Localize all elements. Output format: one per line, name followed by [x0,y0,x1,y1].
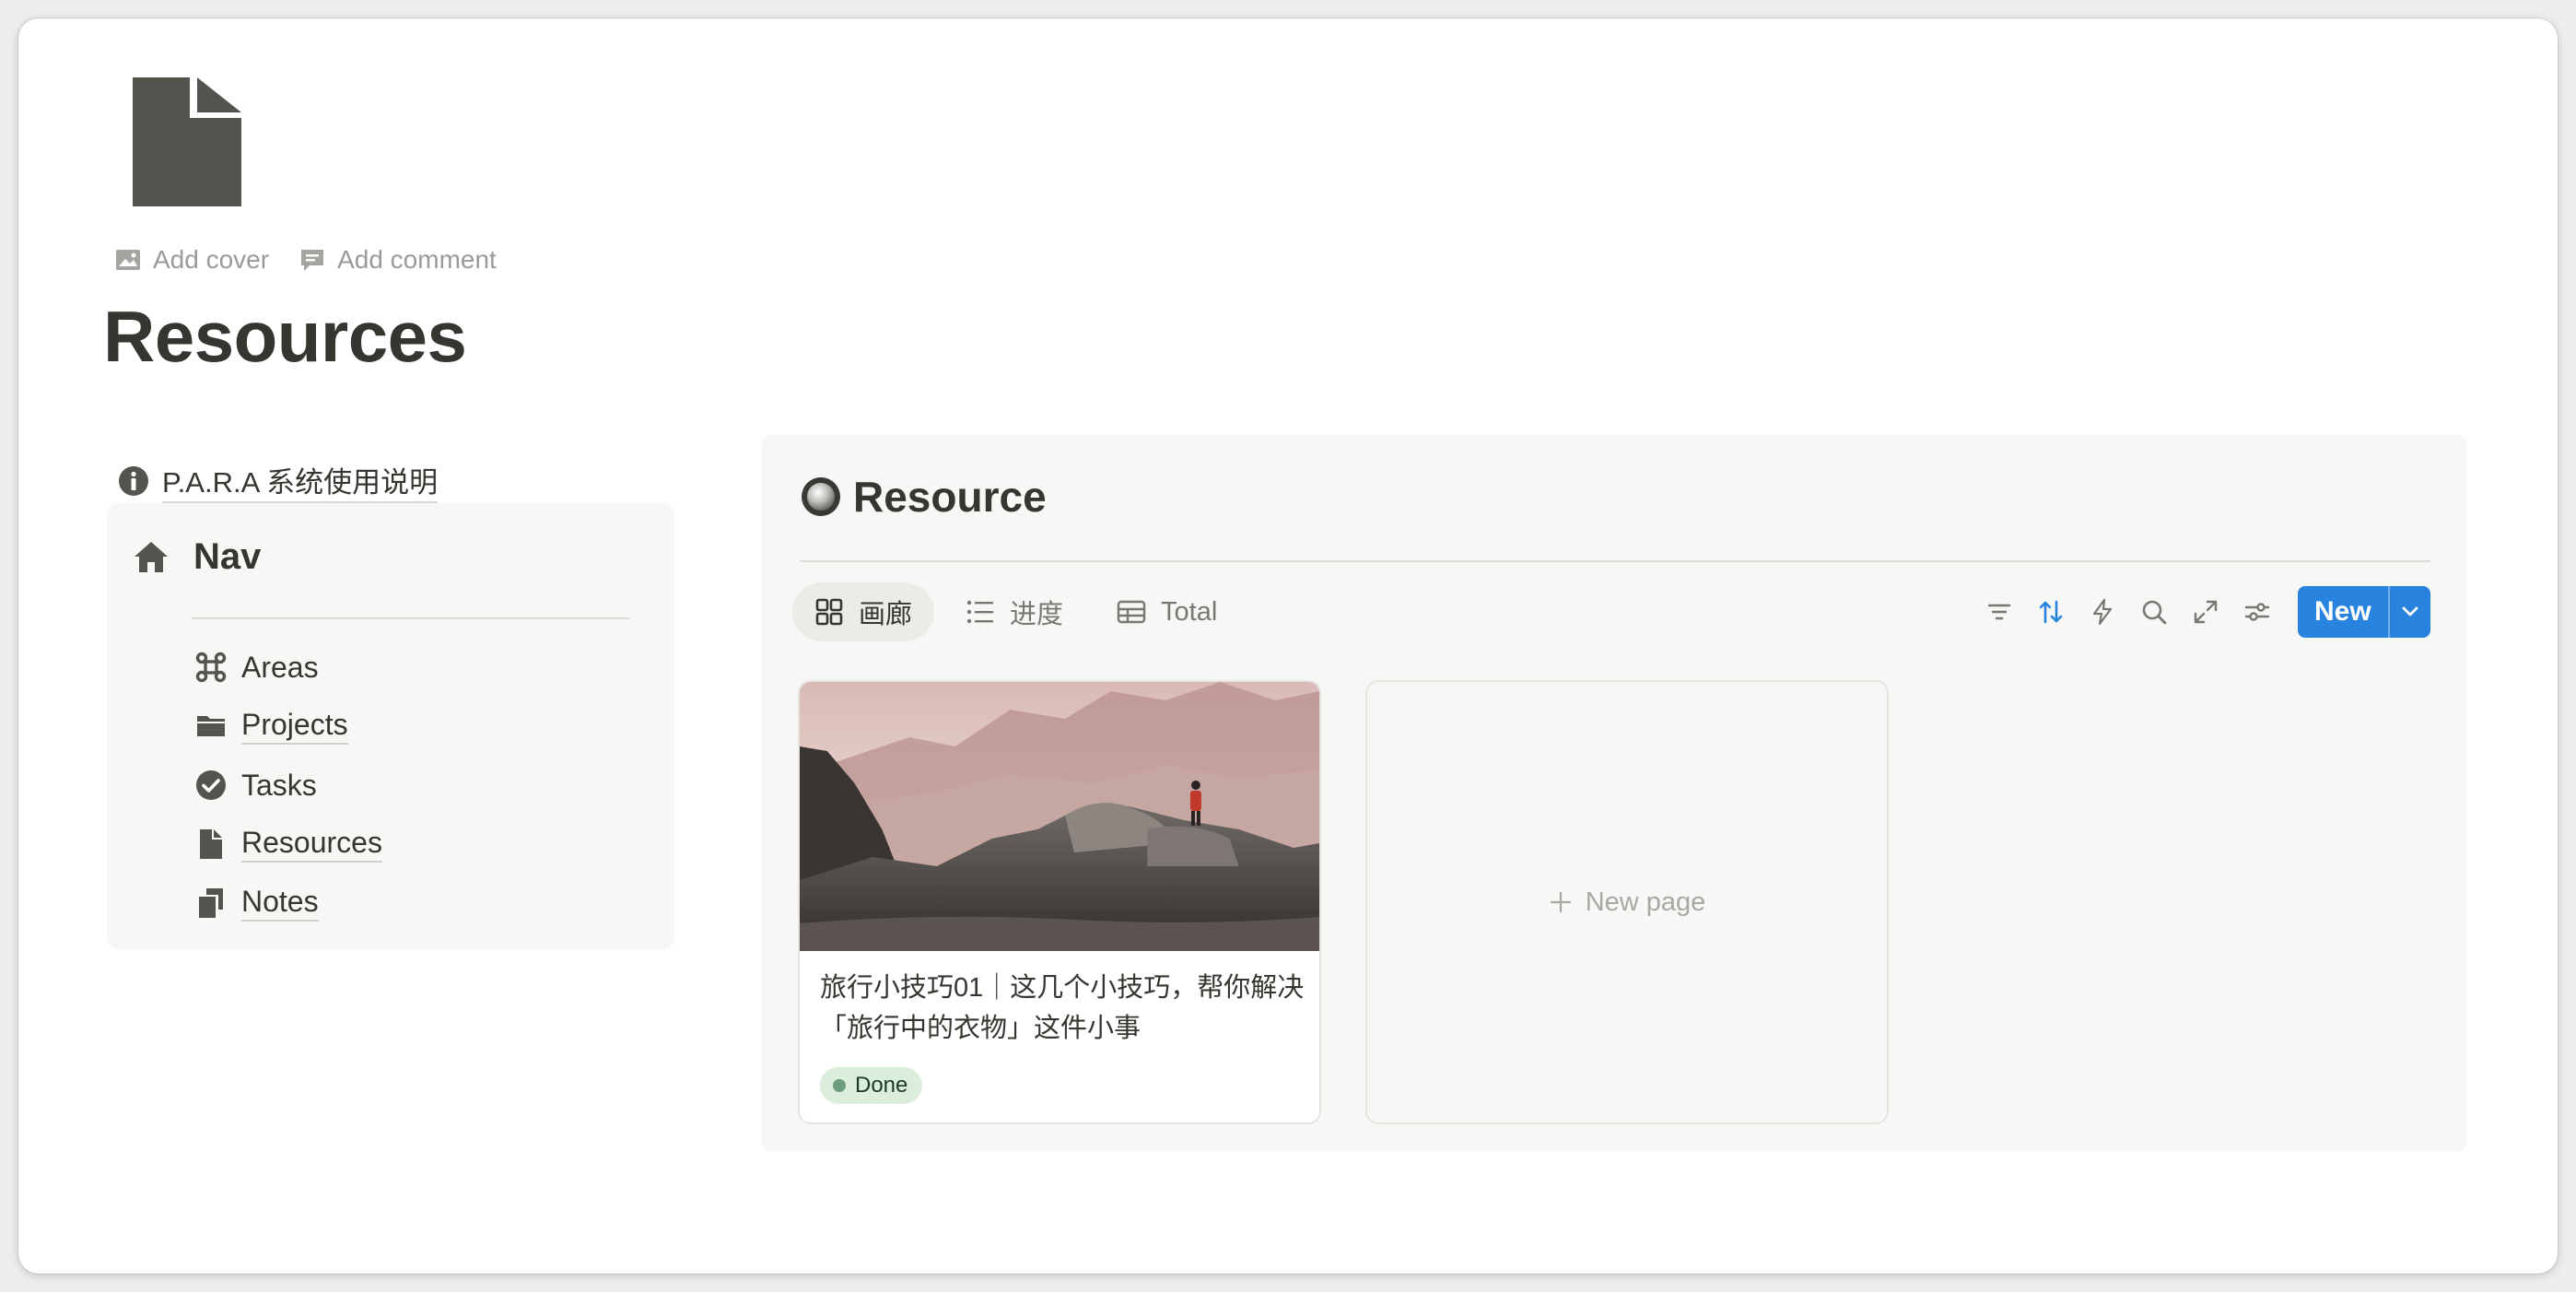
nav-callout: Nav Areas Projects Tasks Resources Notes [107,503,674,949]
sliders-icon [2244,603,2270,621]
table-icon [1117,600,1146,624]
gallery-card[interactable]: 旅行小技巧01｜这几个小技巧，帮你解决「旅行中的衣物」这件小事 Done [798,680,1321,1124]
para-guide-label: P.A.R.A 系统使用说明 [162,459,439,503]
gallery-icon [815,598,843,626]
automation-button[interactable] [2086,582,2119,641]
home-icon [135,541,168,572]
view-tabs: 画廊 进度 Total [792,582,1239,641]
database-divider [800,560,2430,562]
filter-icon [1987,604,2011,620]
database-title[interactable]: Resource [853,472,1047,522]
nav-item-resources[interactable]: Resources [195,815,382,874]
tab-label: 画廊 [859,600,913,629]
add-comment-label: Add comment [337,245,497,274]
chevron-down-icon [2402,606,2418,617]
new-dropdown-button[interactable] [2387,586,2430,638]
nav-divider [192,617,630,619]
expand-button[interactable] [2189,582,2222,641]
nav-title: Nav [193,536,262,577]
nav-item-label: Notes [241,885,319,922]
folder-icon [197,716,225,736]
filter-button[interactable] [1983,582,2016,641]
new-button-group: New [2298,586,2430,638]
tab-progress[interactable]: 进度 [943,582,1085,641]
list-icon [966,600,994,624]
plus-icon [1550,891,1571,913]
image-icon [116,250,140,270]
database-header: Resource [800,472,1047,522]
add-cover-button[interactable]: Add cover [114,245,269,275]
database-toolbar: New [1983,582,2430,641]
page-title[interactable]: Resources [103,295,467,379]
page-meta-actions: Add cover Add comment [114,245,497,275]
status-badge: Done [820,1067,923,1104]
card-cover-image [800,682,1319,951]
nav-item-tasks[interactable]: Tasks [195,756,382,815]
add-comment-button[interactable]: Add comment [299,245,497,275]
status-label: Done [855,1073,908,1098]
add-cover-label: Add cover [153,245,270,274]
expand-icon [2194,600,2218,624]
sort-icon [2039,600,2063,624]
nav-item-label: Resources [241,826,382,863]
comment-icon [301,250,324,271]
tab-total[interactable]: Total [1095,582,1239,641]
new-button[interactable]: New [2298,586,2388,638]
new-page-card[interactable]: New page [1365,680,1889,1124]
status-dot [833,1079,846,1092]
circle-icon [802,477,840,516]
nav-item-areas[interactable]: Areas [195,638,382,697]
search-icon [2142,600,2167,625]
info-icon [119,466,148,496]
tab-gallery[interactable]: 画廊 [792,582,935,641]
nav-list: Areas Projects Tasks Resources Notes [195,638,382,933]
tab-label: Total [1161,596,1218,627]
nav-item-label: Projects [241,708,348,745]
page-icon[interactable] [133,77,241,206]
page-icon [200,829,222,859]
search-button[interactable] [2137,582,2171,641]
nav-item-notes[interactable]: Notes [195,874,382,933]
lightning-icon [2092,598,2113,626]
nav-header: Nav [133,536,261,578]
nav-item-label: Areas [241,650,319,684]
command-icon [195,652,227,683]
settings-button[interactable] [2241,582,2274,641]
nav-item-projects[interactable]: Projects [195,697,382,756]
para-guide-link[interactable]: P.A.R.A 系统使用说明 [118,459,439,503]
new-page-label: New page [1585,887,1706,917]
sort-button[interactable] [2034,582,2067,641]
nav-item-label: Tasks [241,768,317,802]
tab-label: 进度 [1010,600,1064,629]
notion-window: Add cover Add comment Resources P.A.R.A … [18,18,2558,1274]
copy-icon [199,888,223,918]
resource-database: Resource 画廊 进度 Total New 旅行小技巧01｜这几个小技巧，… [761,435,2467,1152]
card-title: 旅行小技巧01｜这几个小技巧，帮你解决「旅行中的衣物」这件小事 [820,973,1305,1043]
check-circle-icon [196,770,226,800]
